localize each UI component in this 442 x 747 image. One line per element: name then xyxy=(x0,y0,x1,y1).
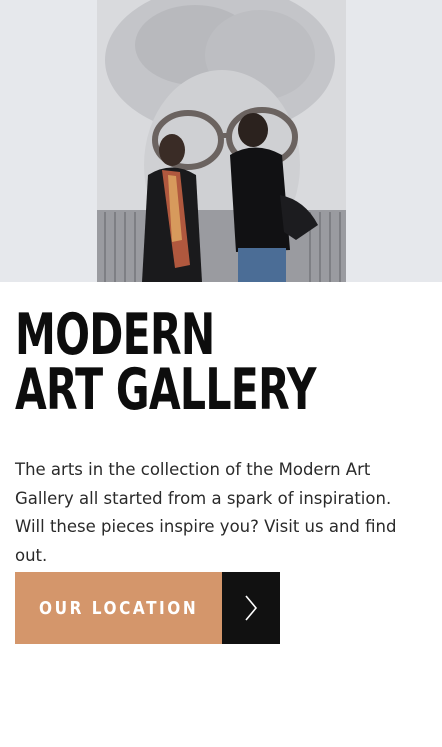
hero-image xyxy=(0,0,442,282)
cta-arrow-box[interactable] xyxy=(222,572,280,644)
our-location-label-box[interactable]: OUR LOCATION xyxy=(15,572,222,644)
gallery-visitors-photo xyxy=(0,0,442,282)
intro-text: The arts in the collection of the Modern… xyxy=(15,460,397,565)
page-title: MODERN ART GALLERY xyxy=(15,302,316,423)
title-line-1: MODERN xyxy=(15,302,215,368)
page: MODERN ART GALLERY The arts in the colle… xyxy=(0,0,442,747)
chevron-right-icon xyxy=(245,595,258,621)
our-location-button[interactable]: OUR LOCATION xyxy=(15,572,280,644)
our-location-label: OUR LOCATION xyxy=(38,597,199,619)
title-line-2: ART GALLERY xyxy=(15,357,316,423)
